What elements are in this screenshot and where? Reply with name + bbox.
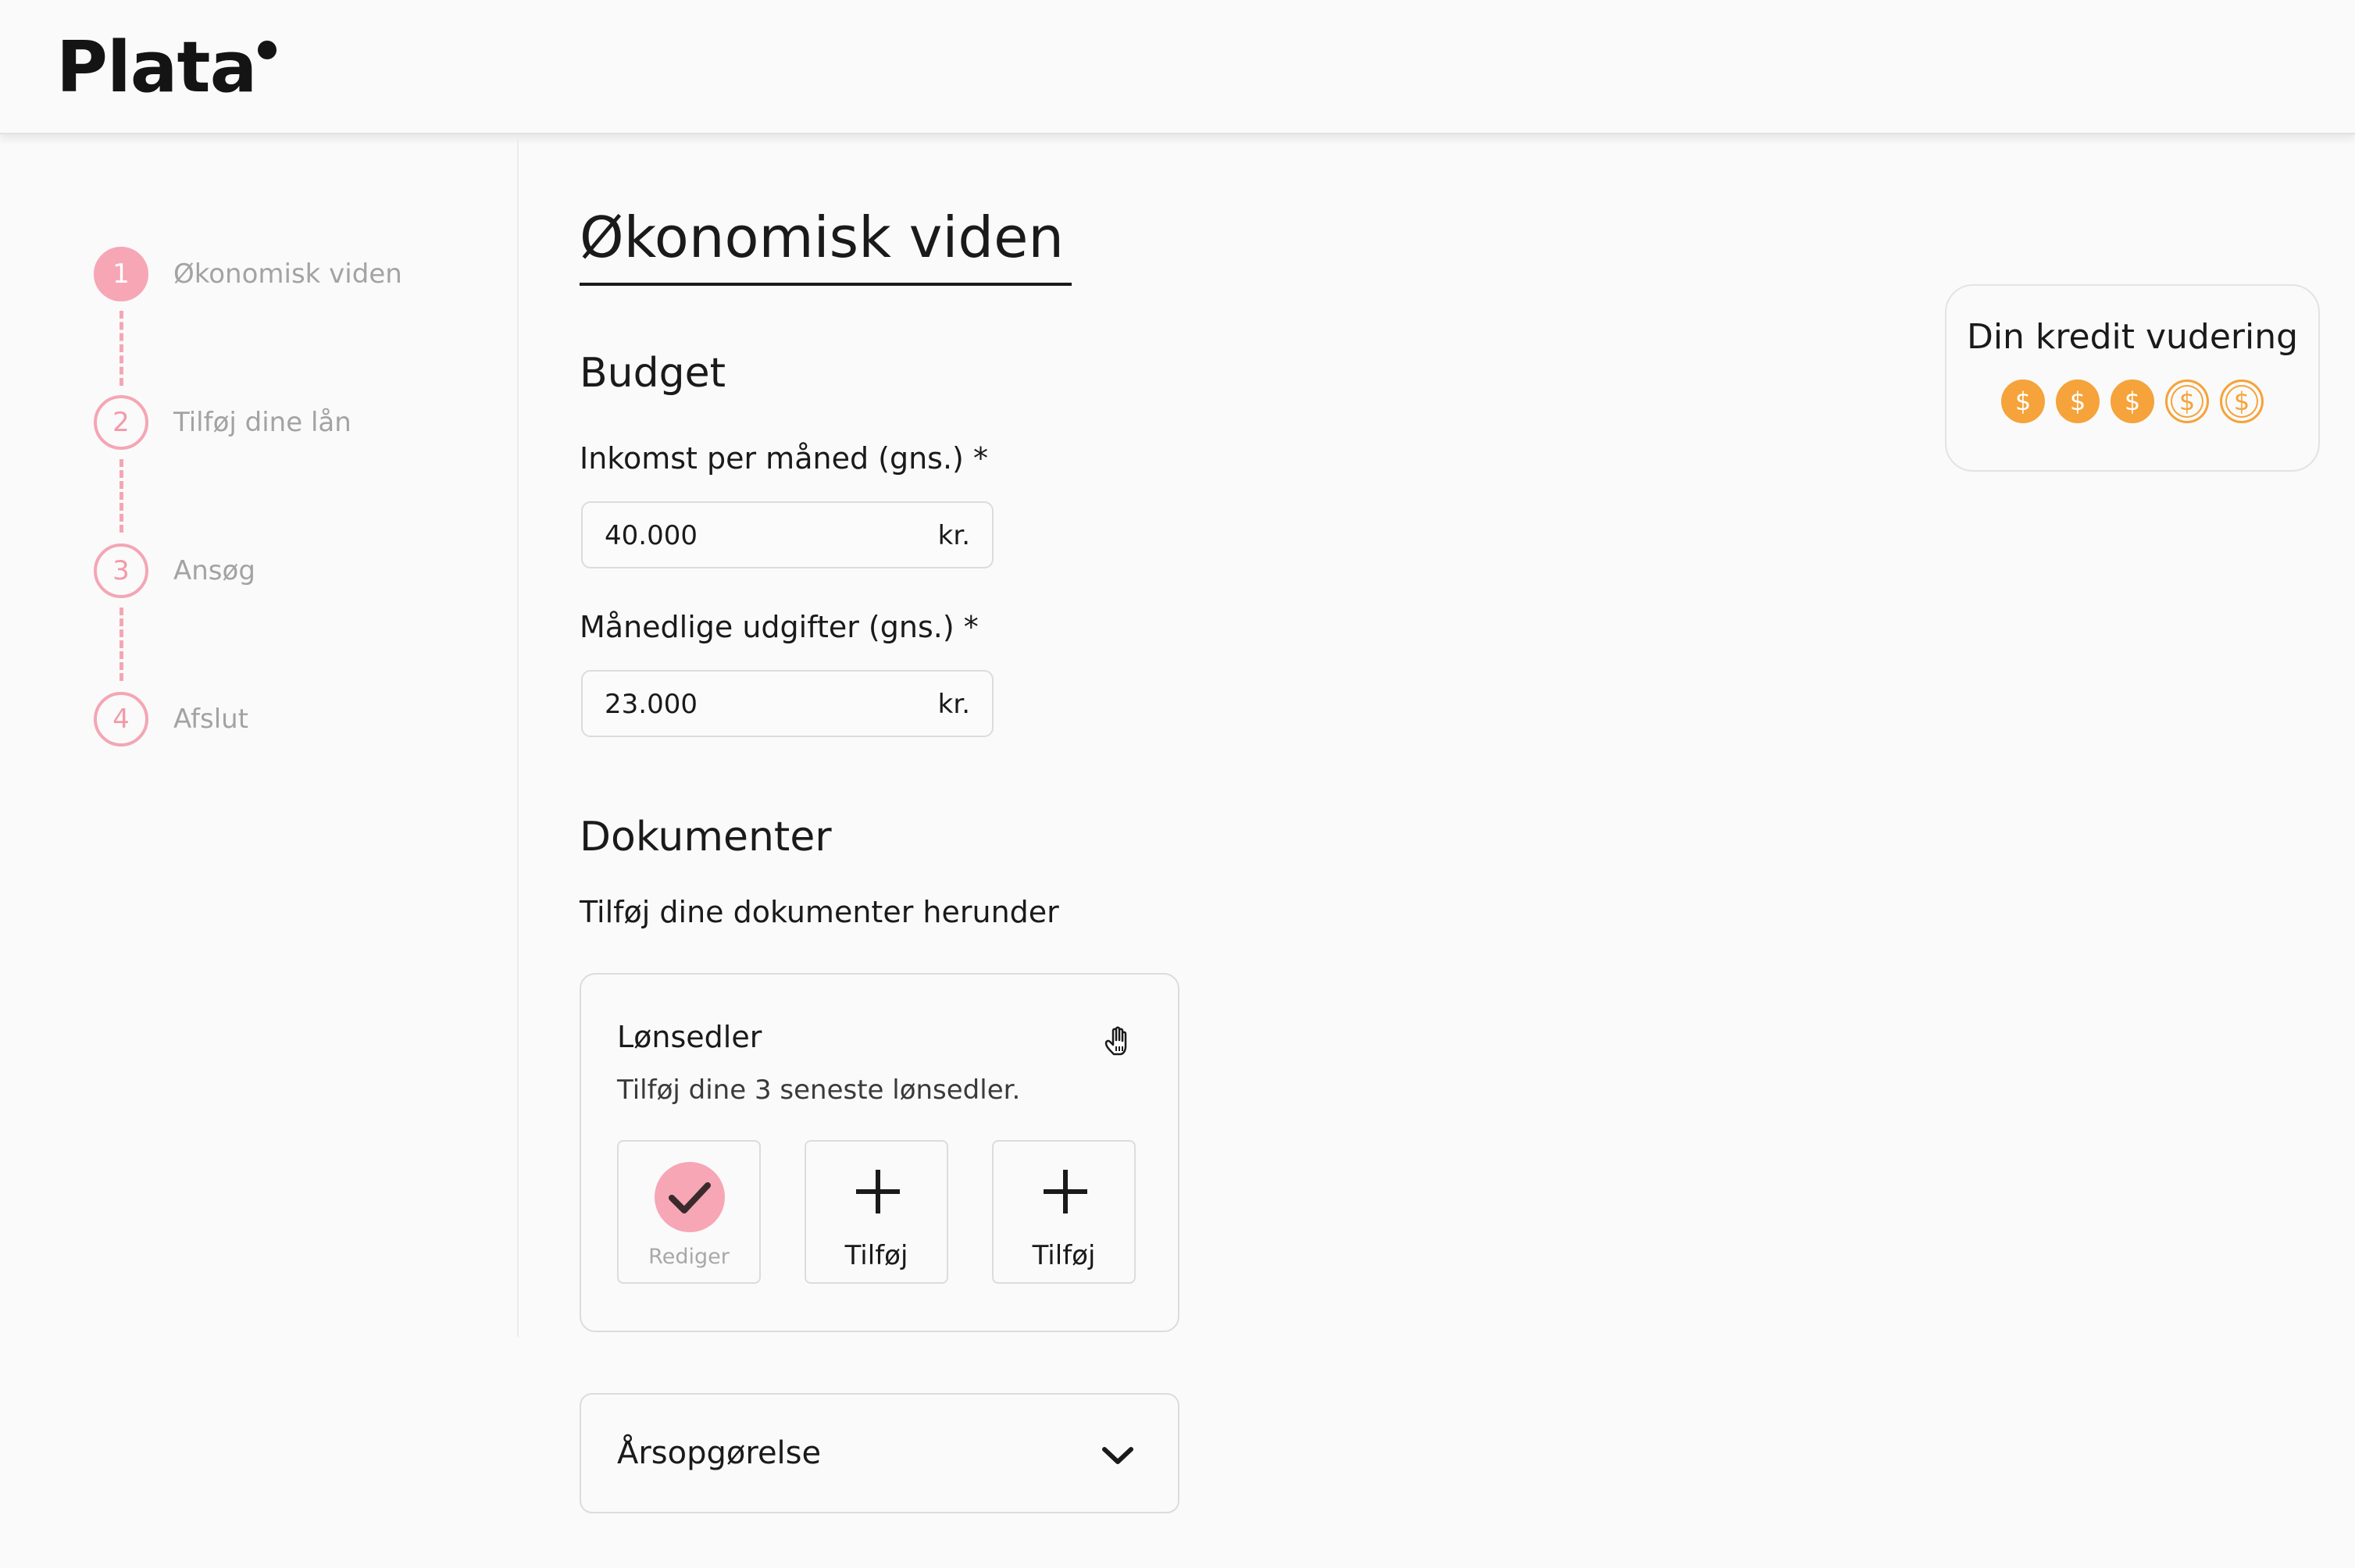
step-afslut[interactable]: 4 Afslut	[94, 692, 248, 747]
annual-statement-accordion[interactable]: Årsopgørelse	[580, 1393, 1179, 1513]
chevron-down-icon[interactable]	[1100, 1440, 1136, 1471]
step-number-badge: 2	[94, 395, 148, 450]
payslip-slot-add[interactable]: Tilføj	[805, 1140, 948, 1284]
coin-outline-icon: $	[2165, 380, 2209, 423]
plus-icon	[1044, 1170, 1087, 1213]
expenses-input[interactable]: 23.000 kr.	[581, 670, 994, 737]
currency-unit: kr.	[937, 689, 970, 720]
step-label: Tilføj dine lån	[173, 407, 351, 438]
coin-outline-icon: $	[2220, 380, 2264, 423]
budget-heading: Budget	[580, 350, 726, 397]
step-connector	[120, 311, 123, 386]
currency-unit: kr.	[937, 520, 970, 551]
step-number-badge: 4	[94, 692, 148, 747]
step-connector	[120, 608, 123, 681]
income-input[interactable]: 40.000 kr.	[581, 501, 994, 568]
edit-label: Rediger	[648, 1245, 730, 1269]
documents-subtitle: Tilføj dine dokumenter herunder	[580, 895, 1059, 929]
credit-rating-card: Din kredit vudering $ $ $ $ $	[1945, 284, 2320, 472]
plus-icon	[856, 1170, 900, 1213]
payslips-title: Lønsedler	[617, 1020, 762, 1054]
income-value[interactable]: 40.000	[605, 520, 698, 551]
annual-statement-title: Årsopgørelse	[617, 1435, 822, 1471]
step-number-badge: 3	[94, 543, 148, 598]
step-okonomisk-viden[interactable]: 1 Økonomisk viden	[94, 247, 402, 301]
logo-dot	[258, 41, 277, 59]
credit-rating-title: Din kredit vudering	[1966, 317, 2299, 357]
coin-icon: $	[2111, 380, 2154, 423]
top-header: Plata	[0, 0, 2355, 134]
step-label: Økonomisk viden	[173, 258, 402, 290]
add-label: Tilføj	[1032, 1240, 1096, 1271]
coin-icon: $	[2001, 380, 2045, 423]
credit-coins: $ $ $ $ $	[2001, 380, 2264, 423]
income-label: Inkomst per måned (gns.) *	[580, 441, 988, 476]
step-label: Ansøg	[173, 555, 255, 586]
payslip-slot-edit[interactable]: Rediger	[617, 1140, 761, 1284]
coin-icon: $	[2056, 380, 2100, 423]
expenses-label: Månedlige udgifter (gns.) *	[580, 610, 979, 644]
check-icon	[655, 1162, 725, 1232]
page-title: Økonomisk viden	[580, 205, 1065, 270]
title-underline	[580, 283, 1072, 286]
pointer-hand-icon[interactable]	[1100, 1023, 1137, 1060]
payslips-card: Lønsedler Tilføj dine 3 seneste lønsedle…	[580, 973, 1179, 1332]
step-ansog[interactable]: 3 Ansøg	[94, 543, 255, 598]
step-number-badge: 1	[94, 247, 148, 301]
documents-heading: Dokumenter	[580, 814, 832, 861]
expenses-value[interactable]: 23.000	[605, 689, 698, 720]
payslips-description: Tilføj dine 3 seneste lønsedler.	[617, 1074, 1021, 1106]
step-tilfoj-dine-lan[interactable]: 2 Tilføj dine lån	[94, 395, 351, 450]
add-label: Tilføj	[844, 1240, 908, 1271]
step-label: Afslut	[173, 704, 249, 735]
plata-logo[interactable]: Plata	[56, 33, 257, 103]
sidebar-divider	[517, 137, 519, 1337]
payslip-slot-add[interactable]: Tilføj	[992, 1140, 1136, 1284]
step-connector	[120, 459, 123, 533]
